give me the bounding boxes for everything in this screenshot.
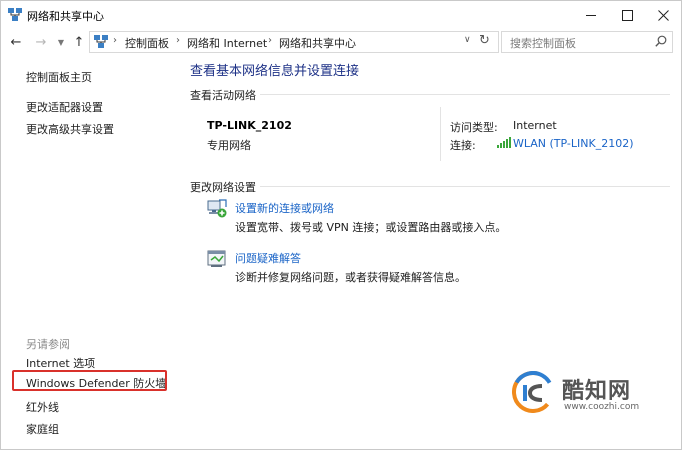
change-adapter-settings-link[interactable]: 更改适配器设置 [26, 99, 103, 115]
back-arrow-icon[interactable]: ← [8, 33, 24, 51]
setup-new-connection-description: 设置宽带、拨号或 VPN 连接；或设置路由器或接入点。 [235, 221, 507, 234]
breadcrumb-control-panel[interactable]: 控制面板 [125, 35, 169, 51]
network-name: TP-LINK_2102 [207, 119, 292, 132]
refresh-icon[interactable]: ↻ [479, 33, 490, 48]
homegroup-link[interactable]: 家庭组 [26, 421, 59, 437]
search-box[interactable]: 搜索控制面板 [501, 31, 673, 53]
window-title: 网络和共享中心 [27, 10, 104, 23]
access-type-value: Internet [513, 119, 557, 132]
address-dropdown-icon[interactable]: ∨ [464, 35, 471, 45]
up-arrow-icon[interactable]: ↑ [71, 33, 87, 51]
search-icon[interactable] [655, 35, 667, 47]
change-network-settings-heading: 更改网络设置 [190, 181, 256, 194]
forward-arrow-icon[interactable]: → [33, 33, 49, 51]
address-bar[interactable]: › 控制面板 › 网络和 Internet › 网络和共享中心 ∨ ↻ [89, 31, 499, 53]
page-title: 查看基本网络信息并设置连接 [190, 64, 360, 79]
watermark: 酷知网 www.coozhi.com [512, 371, 672, 421]
network-center-icon [8, 8, 22, 21]
minimize-button[interactable] [573, 1, 609, 29]
breadcrumb-chevron-icon[interactable]: › [268, 35, 272, 46]
left-panel: 控制面板主页 更改适配器设置 更改高级共享设置 另请参阅 Internet 选项… [1, 55, 176, 449]
troubleshoot-problems-description: 诊断并修复网络问题，或者获得疑难解答信息。 [235, 271, 466, 284]
troubleshoot-problems-link[interactable]: 问题疑难解答 [235, 250, 301, 266]
breadcrumb-network-sharing-center[interactable]: 网络和共享中心 [279, 35, 356, 51]
divider [440, 107, 441, 161]
change-advanced-sharing-link[interactable]: 更改高级共享设置 [26, 121, 114, 137]
internet-options-link[interactable]: Internet 选项 [26, 355, 95, 371]
close-icon [657, 9, 669, 21]
breadcrumb-chevron-icon[interactable]: › [113, 35, 117, 46]
access-type-label: 访问类型: [450, 121, 498, 134]
wlan-connection-link[interactable]: WLAN (TP-LINK_2102) [513, 137, 633, 150]
network-center-icon [94, 35, 108, 48]
divider [260, 186, 670, 187]
see-also-heading: 另请参阅 [26, 338, 70, 351]
troubleshoot-icon [207, 250, 226, 267]
divider [260, 94, 670, 95]
infrared-link[interactable]: 红外线 [26, 399, 59, 415]
setup-new-connection-link[interactable]: 设置新的连接或网络 [235, 200, 334, 216]
watermark-url: www.coozhi.com [564, 402, 640, 412]
highlight-box [12, 370, 167, 391]
wifi-signal-icon [497, 137, 511, 148]
network-type-link[interactable]: 专用网络 [207, 137, 251, 153]
new-connection-icon [207, 199, 227, 218]
breadcrumb-network-internet[interactable]: 网络和 Internet [187, 35, 267, 51]
close-button[interactable] [645, 1, 681, 29]
coozhi-logo-icon [512, 371, 554, 413]
maximize-button[interactable] [609, 1, 645, 29]
watermark-name: 酷知网 [562, 379, 632, 404]
active-networks-heading: 查看活动网络 [190, 89, 256, 102]
search-input[interactable]: 搜索控制面板 [510, 35, 576, 51]
title-bar: 网络和共享中心 [1, 1, 681, 29]
control-panel-home-link[interactable]: 控制面板主页 [26, 69, 92, 85]
connection-label: 连接: [450, 139, 476, 152]
navigation-bar: ← → ▼ ↑ › 控制面板 › 网络和 Internet › 网络和共享中心 … [1, 29, 681, 55]
window: 网络和共享中心 ← → ▼ ↑ › 控制面板 › 网络和 Internet › … [0, 0, 682, 450]
breadcrumb-chevron-icon[interactable]: › [176, 35, 180, 46]
minimize-icon [586, 14, 596, 16]
recent-locations-chevron-icon[interactable]: ▼ [53, 33, 69, 51]
maximize-icon [621, 9, 633, 21]
